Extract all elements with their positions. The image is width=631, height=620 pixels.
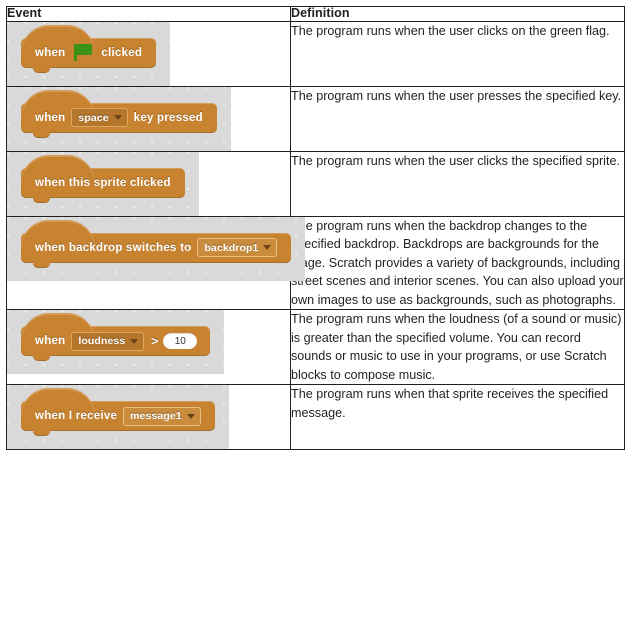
definition-cell: The program runs when the user clicks th… xyxy=(290,150,625,217)
block-label: when xyxy=(35,335,66,348)
table-row: when I receive message1 The program runs w… xyxy=(6,384,625,451)
block-number-input[interactable]: 10 xyxy=(163,333,198,350)
block-canvas: when loudness >10 xyxy=(7,310,225,375)
table-body: when clicked The program runs when the use… xyxy=(6,20,625,451)
block-operator: > xyxy=(151,334,159,349)
event-cell: when I receive message1 xyxy=(6,384,291,451)
block-canvas: when backdrop switches to backdrop1 xyxy=(7,216,306,281)
table-row: when this sprite clicked The program runs… xyxy=(6,150,625,217)
table-row: when space key pressed The program runs whe… xyxy=(6,85,625,152)
chevron-down-icon xyxy=(130,338,139,344)
block-dropdown-value: message1 xyxy=(130,410,182,423)
table-row: when loudness >10 The program runs when the… xyxy=(6,309,625,386)
event-cell: when backdrop switches to backdrop1 xyxy=(6,215,306,311)
event-blocks-reference-table: Event Definition when clicked The program … xyxy=(0,0,631,620)
scratch-hat-block-when-this-sprite-clicked[interactable]: when this sprite clicked xyxy=(21,154,185,203)
block-label: when xyxy=(35,111,66,124)
block-label: when xyxy=(35,46,66,59)
block-label: when I receive xyxy=(35,410,118,423)
table-header-row: Event Definition xyxy=(6,6,625,22)
block-dropdown[interactable]: space xyxy=(71,108,128,128)
block-dropdown[interactable]: backdrop1 xyxy=(197,238,278,258)
definition-cell: The program runs when the backdrop chang… xyxy=(290,215,625,311)
event-cell: when clicked xyxy=(6,20,291,87)
definition-cell: The program runs when the loudness (of a… xyxy=(290,309,625,386)
block-label: when backdrop switches to xyxy=(35,241,192,254)
table-row: when clicked The program runs when the use… xyxy=(6,20,625,87)
block-label: when this sprite clicked xyxy=(35,176,171,189)
column-header-event: Event xyxy=(6,6,291,22)
block-canvas: when space key pressed xyxy=(7,86,231,151)
definition-cell: The program runs when that sprite receiv… xyxy=(290,384,625,451)
event-table: Event Definition when clicked The program … xyxy=(6,6,625,451)
scratch-hat-block-when-i-receive[interactable]: when I receive message1 xyxy=(21,388,215,437)
table-row: when backdrop switches to backdrop1 The pr… xyxy=(6,215,625,311)
flag-banner xyxy=(77,44,93,56)
block-canvas: when I receive message1 xyxy=(7,385,229,450)
chevron-down-icon xyxy=(186,413,195,419)
column-header-definition: Definition xyxy=(290,6,625,22)
definition-cell: The program runs when the user presses t… xyxy=(290,85,625,152)
chevron-down-icon xyxy=(263,245,272,251)
block-dropdown-value: space xyxy=(78,111,109,124)
block-dropdown-value: loudness xyxy=(78,335,126,348)
scratch-hat-block-when-backdrop-switches-to[interactable]: when backdrop switches to backdrop1 xyxy=(21,219,292,268)
block-dropdown-value: backdrop1 xyxy=(204,241,259,254)
event-cell: when loudness >10 xyxy=(6,309,291,386)
block-dropdown[interactable]: loudness xyxy=(71,331,145,351)
block-canvas: when this sprite clicked xyxy=(7,151,199,216)
event-cell: when space key pressed xyxy=(6,85,291,152)
block-dropdown[interactable]: message1 xyxy=(123,406,201,426)
block-canvas: when clicked xyxy=(7,21,171,86)
scratch-hat-block-when-loudness-greater-than[interactable]: when loudness >10 xyxy=(21,313,211,362)
scratch-hat-block-when-green-flag-clicked[interactable]: when clicked xyxy=(21,24,157,73)
event-cell: when this sprite clicked xyxy=(6,150,291,217)
block-label: clicked xyxy=(101,46,143,59)
table-header: Event Definition xyxy=(6,6,625,22)
chevron-down-icon xyxy=(113,115,122,121)
block-label: key pressed xyxy=(133,111,203,124)
definition-cell: The program runs when the user clicks on… xyxy=(290,20,625,87)
green-flag-icon xyxy=(74,44,93,62)
scratch-hat-block-when-key-pressed[interactable]: when space key pressed xyxy=(21,89,217,138)
